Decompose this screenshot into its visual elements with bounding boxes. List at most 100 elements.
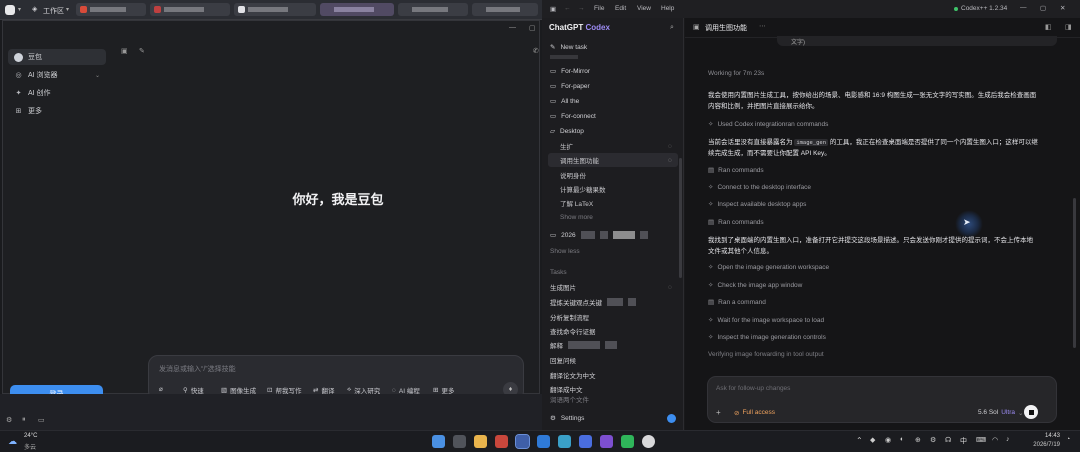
step-row[interactable]: ✧ Used Codex integrationran commands — [708, 120, 828, 129]
step-row[interactable]: ▤ Ran commands — [708, 218, 764, 227]
tray-chevron-icon[interactable]: ⌃ — [856, 436, 863, 445]
step-row[interactable]: ✧ Connect to the desktop interface — [708, 183, 811, 192]
thread-item[interactable]: 计算最少糖果数 — [548, 182, 678, 196]
app-icon[interactable] — [579, 435, 592, 448]
tray-app-icon[interactable]: ◉ — [885, 436, 891, 444]
sidebar-toggle-icon[interactable]: ▣ — [550, 5, 556, 13]
task-item[interactable]: 解释 — [548, 338, 678, 352]
task-item[interactable]: 回复问候 — [548, 353, 678, 367]
back-arrow-icon[interactable]: ← — [564, 5, 571, 12]
tray-app-icon[interactable]: ⊕ — [915, 436, 921, 444]
sidebar-item-ai-create[interactable]: ✦ AI 创作 — [8, 85, 106, 101]
tray-app-icon[interactable]: ◆ — [870, 436, 875, 444]
folder-for-mirror[interactable]: ▭ For-Mirror — [548, 64, 678, 78]
weather-desc[interactable]: 多云 — [24, 442, 36, 451]
folder-all-the[interactable]: ▭ All the — [548, 94, 678, 108]
panel-right-icon[interactable]: ◨ — [1065, 23, 1072, 31]
ime-indicator[interactable]: 中 — [960, 436, 967, 446]
menu-help[interactable]: Help — [661, 5, 674, 12]
start-icon[interactable] — [432, 435, 445, 448]
gear-icon[interactable]: ⚙ — [6, 416, 12, 424]
app-icon[interactable] — [558, 435, 571, 448]
wechat-icon[interactable] — [621, 435, 634, 448]
step-row[interactable]: ✧ Wait for the image workspace to load — [708, 316, 824, 325]
task-item[interactable]: 润语两个文件 — [548, 395, 678, 403]
thread-scrollbar[interactable] — [1073, 198, 1076, 348]
attach-icon[interactable]: ⌀ — [159, 385, 163, 393]
tray-app-icon[interactable]: ⚙ — [930, 436, 936, 444]
forward-arrow-icon[interactable]: → — [578, 5, 585, 12]
task-item[interactable]: 翻译成中文 — [548, 382, 678, 396]
step-row[interactable]: ✧ Open the image generation workspace — [708, 263, 829, 272]
show-more-link[interactable]: Show more — [548, 210, 678, 224]
stop-button[interactable] — [1024, 405, 1038, 419]
folder-desktop[interactable]: ▱ Desktop — [548, 124, 678, 138]
thread-item[interactable]: 生扩 ◌ — [548, 139, 678, 153]
task-item[interactable]: 翻译论文为中文 — [548, 368, 678, 382]
panel-icon[interactable]: ◧ — [1045, 23, 1052, 31]
tray-app-icon[interactable]: ◐ — [900, 436, 904, 443]
browser-tab[interactable] — [398, 3, 468, 16]
app-icon[interactable] — [537, 435, 550, 448]
workspace-label[interactable]: 工作区 — [43, 6, 64, 16]
show-less-link[interactable]: Show less — [548, 244, 678, 258]
sidebar-item-ai-browser[interactable]: ◎ AI 浏览器 ⌄ — [8, 67, 106, 83]
step-row[interactable]: ▤ Ran commands — [708, 166, 764, 175]
folder-for-connect[interactable]: ▭ For-connect — [548, 109, 678, 123]
browser-tab[interactable] — [150, 3, 230, 16]
reader-icon[interactable]: ▭ — [38, 416, 45, 424]
sidebar-toggle-icon[interactable]: ▣ — [121, 47, 128, 55]
menu-file[interactable]: File — [594, 5, 604, 12]
clock-time[interactable]: 14:43 — [1030, 433, 1060, 439]
search-icon[interactable]: ⌕ — [670, 24, 674, 32]
sidebar-scrollbar[interactable] — [679, 158, 682, 278]
more-icon[interactable]: ⋯ — [759, 22, 766, 30]
sidebar-toggle-icon[interactable]: ▣ — [693, 23, 700, 31]
wifi-icon[interactable]: ◠ — [992, 436, 998, 444]
volume-icon[interactable]: ♪ — [1006, 436, 1010, 443]
browser-tab[interactable] — [472, 3, 538, 16]
maximize-icon[interactable]: ▢ — [529, 24, 536, 32]
weather-temp[interactable]: 24°C — [24, 433, 37, 439]
chevron-down-icon[interactable]: ▾ — [18, 6, 21, 13]
access-selector[interactable]: ⊘ Full access — [734, 409, 775, 417]
new-chat-icon[interactable]: ✎ — [139, 47, 145, 55]
sidebar-item-more[interactable]: ⊞ 更多 — [8, 103, 106, 119]
thread-item-selected[interactable]: 调用生图功能 ◌ — [548, 153, 678, 167]
phone-icon[interactable]: ✆ — [533, 47, 539, 55]
tray-app-icon[interactable]: ☊ — [945, 436, 951, 444]
chevron-down-icon[interactable]: ▾ — [66, 6, 69, 13]
close-icon[interactable]: ✕ — [1060, 4, 1065, 12]
task-item[interactable]: 生成图片 ◌ — [548, 280, 678, 294]
browser-tab[interactable] — [320, 3, 394, 16]
task-item[interactable]: 查找命令行证据 — [548, 324, 678, 338]
menu-view[interactable]: View — [637, 5, 651, 12]
settings-button[interactable]: ⚙ Settings — [548, 411, 678, 425]
app-icon[interactable] — [642, 435, 655, 448]
step-row[interactable]: ▤ Ran a command — [708, 298, 766, 307]
task-view-icon[interactable] — [453, 435, 466, 448]
browser-tab[interactable] — [234, 3, 316, 16]
chevron-down-icon[interactable]: ⌄ — [95, 72, 100, 79]
notification-icon[interactable]: ◔ — [1066, 436, 1070, 443]
folder-2026[interactable]: ▭ 2026 — [548, 228, 678, 242]
step-row[interactable]: ✧ Check the image app window — [708, 281, 802, 290]
model-selector[interactable]: 5.6 Sol Ultra ⌄ — [978, 409, 1023, 417]
codex-app-icon[interactable] — [515, 434, 530, 449]
minimize-icon[interactable]: — — [1020, 4, 1027, 11]
new-task-button[interactable]: ✎ New task — [548, 40, 678, 54]
file-explorer-icon[interactable] — [474, 435, 487, 448]
menu-edit[interactable]: Edit — [615, 5, 626, 12]
plus-icon[interactable]: + — [716, 408, 721, 417]
maximize-icon[interactable]: ▢ — [1040, 4, 1046, 12]
minimize-icon[interactable]: — — [509, 24, 516, 31]
follow-up-composer[interactable]: Ask for follow-up changes + ⊘ Full access… — [707, 376, 1057, 423]
pause-icon[interactable]: ⏸ — [22, 416, 26, 424]
browser-app-icon[interactable] — [495, 435, 508, 448]
sidebar-item-doubao[interactable]: 豆包 — [8, 49, 106, 65]
browser-tab[interactable] — [76, 3, 146, 16]
thread-item[interactable]: 说明身份 — [548, 168, 678, 182]
weather-icon[interactable]: ☁ — [8, 436, 17, 447]
task-item[interactable]: 分析复制流程 — [548, 310, 678, 324]
thread-item[interactable]: 了解 LaTeX — [548, 196, 678, 210]
